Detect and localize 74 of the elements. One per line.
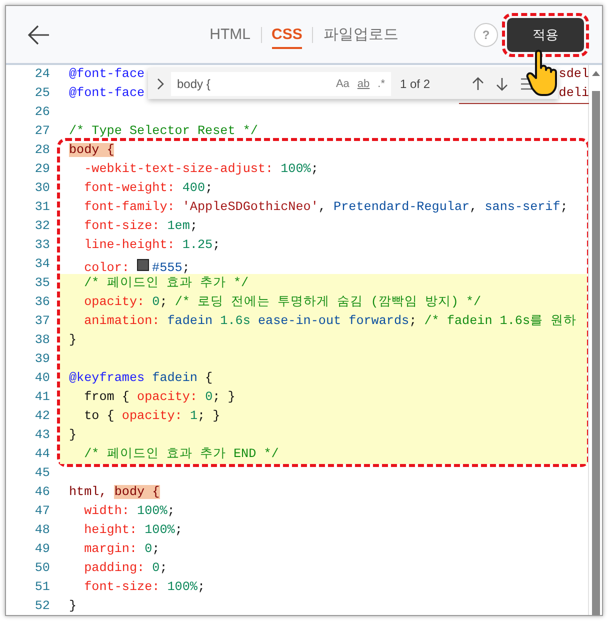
line-number: 50 bbox=[34, 560, 51, 577]
search-option-toggle[interactable]: ab bbox=[357, 78, 370, 90]
line-number: 24 bbox=[34, 66, 51, 83]
line-number: 46 bbox=[34, 484, 51, 501]
line-number: 39 bbox=[34, 351, 51, 368]
code-text: animation: fadein 1.6s ease-in-out forwards; /* fadein 1.6s를 원하 bbox=[83, 313, 577, 330]
line-number: 34 bbox=[34, 256, 51, 273]
line-number: 44 bbox=[34, 446, 51, 463]
tab[interactable]: CSS bbox=[272, 20, 302, 49]
code-text: } bbox=[69, 332, 77, 349]
line-number: 42 bbox=[34, 408, 51, 425]
code-text: #555; bbox=[152, 261, 190, 275]
line-number: 27 bbox=[34, 123, 51, 140]
line-number: 30 bbox=[34, 180, 51, 197]
line-number: 32 bbox=[34, 218, 51, 235]
line-number: 35 bbox=[34, 275, 51, 292]
code-text: /* 페이드인 효과 추가 END */ bbox=[83, 446, 279, 463]
code-text: line-height: 1.25; bbox=[83, 237, 220, 254]
hand-cursor-icon bbox=[526, 49, 560, 97]
search-option-toggle[interactable]: .* bbox=[378, 78, 385, 90]
line-number: 31 bbox=[34, 199, 51, 216]
code-text: margin: 0; bbox=[83, 541, 160, 558]
match-count: 1 of 2 bbox=[400, 76, 432, 90]
line-number: 36 bbox=[34, 294, 51, 311]
search-field[interactable]: body { Aa ab .* bbox=[171, 72, 391, 96]
line-number: 40 bbox=[34, 370, 51, 387]
line-number: 38 bbox=[34, 332, 51, 349]
back-arrow-icon[interactable] bbox=[28, 24, 50, 44]
line-number: 26 bbox=[34, 104, 51, 121]
line-number: 29 bbox=[34, 161, 51, 178]
up-arrow-icon[interactable] bbox=[472, 76, 484, 90]
code-text: width: 100%; bbox=[83, 503, 175, 520]
line-number: 45 bbox=[34, 465, 51, 482]
code-text: -webkit-text-size-adjust: 100%; bbox=[83, 161, 318, 178]
code-text: sdel bbox=[558, 66, 589, 83]
line-number: 47 bbox=[34, 503, 51, 520]
line-number: 28 bbox=[34, 142, 51, 159]
line-number: 51 bbox=[34, 579, 51, 596]
code-text: body { bbox=[69, 142, 114, 159]
apply-button[interactable]: 적용 bbox=[507, 18, 584, 52]
help-button[interactable]: ? bbox=[474, 22, 498, 46]
line-number: 37 bbox=[34, 313, 51, 330]
line-number: 48 bbox=[34, 522, 51, 539]
line-number: 33 bbox=[34, 237, 51, 254]
chevron-icon[interactable] bbox=[156, 78, 164, 90]
code-text: @keyframes fadein { bbox=[69, 370, 213, 387]
search-option-toggle[interactable]: Aa bbox=[336, 78, 350, 90]
line-number: 25 bbox=[34, 85, 51, 102]
code-text: font-size: 100%; bbox=[83, 579, 206, 596]
code-text: padding: 0; bbox=[83, 560, 168, 577]
code-text: to { opacity: 1; } bbox=[83, 408, 220, 425]
code-text: from { opacity: 0; } bbox=[83, 389, 236, 406]
tab[interactable]: HTML bbox=[210, 20, 250, 49]
scrollbar[interactable] bbox=[588, 65, 602, 615]
line-number: 49 bbox=[34, 541, 51, 558]
code-text: } bbox=[69, 427, 77, 444]
code-text: color: bbox=[83, 261, 130, 275]
line-number: 43 bbox=[34, 427, 51, 444]
down-arrow-icon[interactable] bbox=[496, 76, 508, 90]
line-number: 52 bbox=[34, 598, 51, 615]
code-text: @font-face bbox=[69, 85, 145, 102]
code-text: opacity: 0; /* 로딩 전에는 투명하게 숨김 (깜빡임 방지) */ bbox=[83, 294, 482, 311]
code-text: html, body { bbox=[69, 484, 160, 501]
tab[interactable]: 파일업로드 bbox=[323, 19, 398, 50]
code-text: @font-face bbox=[69, 66, 145, 83]
code-text: } bbox=[69, 598, 77, 615]
code-text: /* 페이드인 효과 추가 */ bbox=[83, 275, 249, 292]
scroll-up-arrow-icon[interactable] bbox=[590, 69, 600, 77]
code-text: font-family: 'AppleSDGothicNeo', Pretendard-Regular, sans-serif; bbox=[83, 199, 568, 216]
code-text: font-size: 1em; bbox=[83, 218, 198, 235]
code-text: font-weight: 400; bbox=[83, 180, 213, 197]
line-number: 41 bbox=[34, 389, 51, 406]
code-text: height: 100%; bbox=[83, 522, 182, 539]
code-text: /* Type Selector Reset */ bbox=[69, 123, 258, 140]
